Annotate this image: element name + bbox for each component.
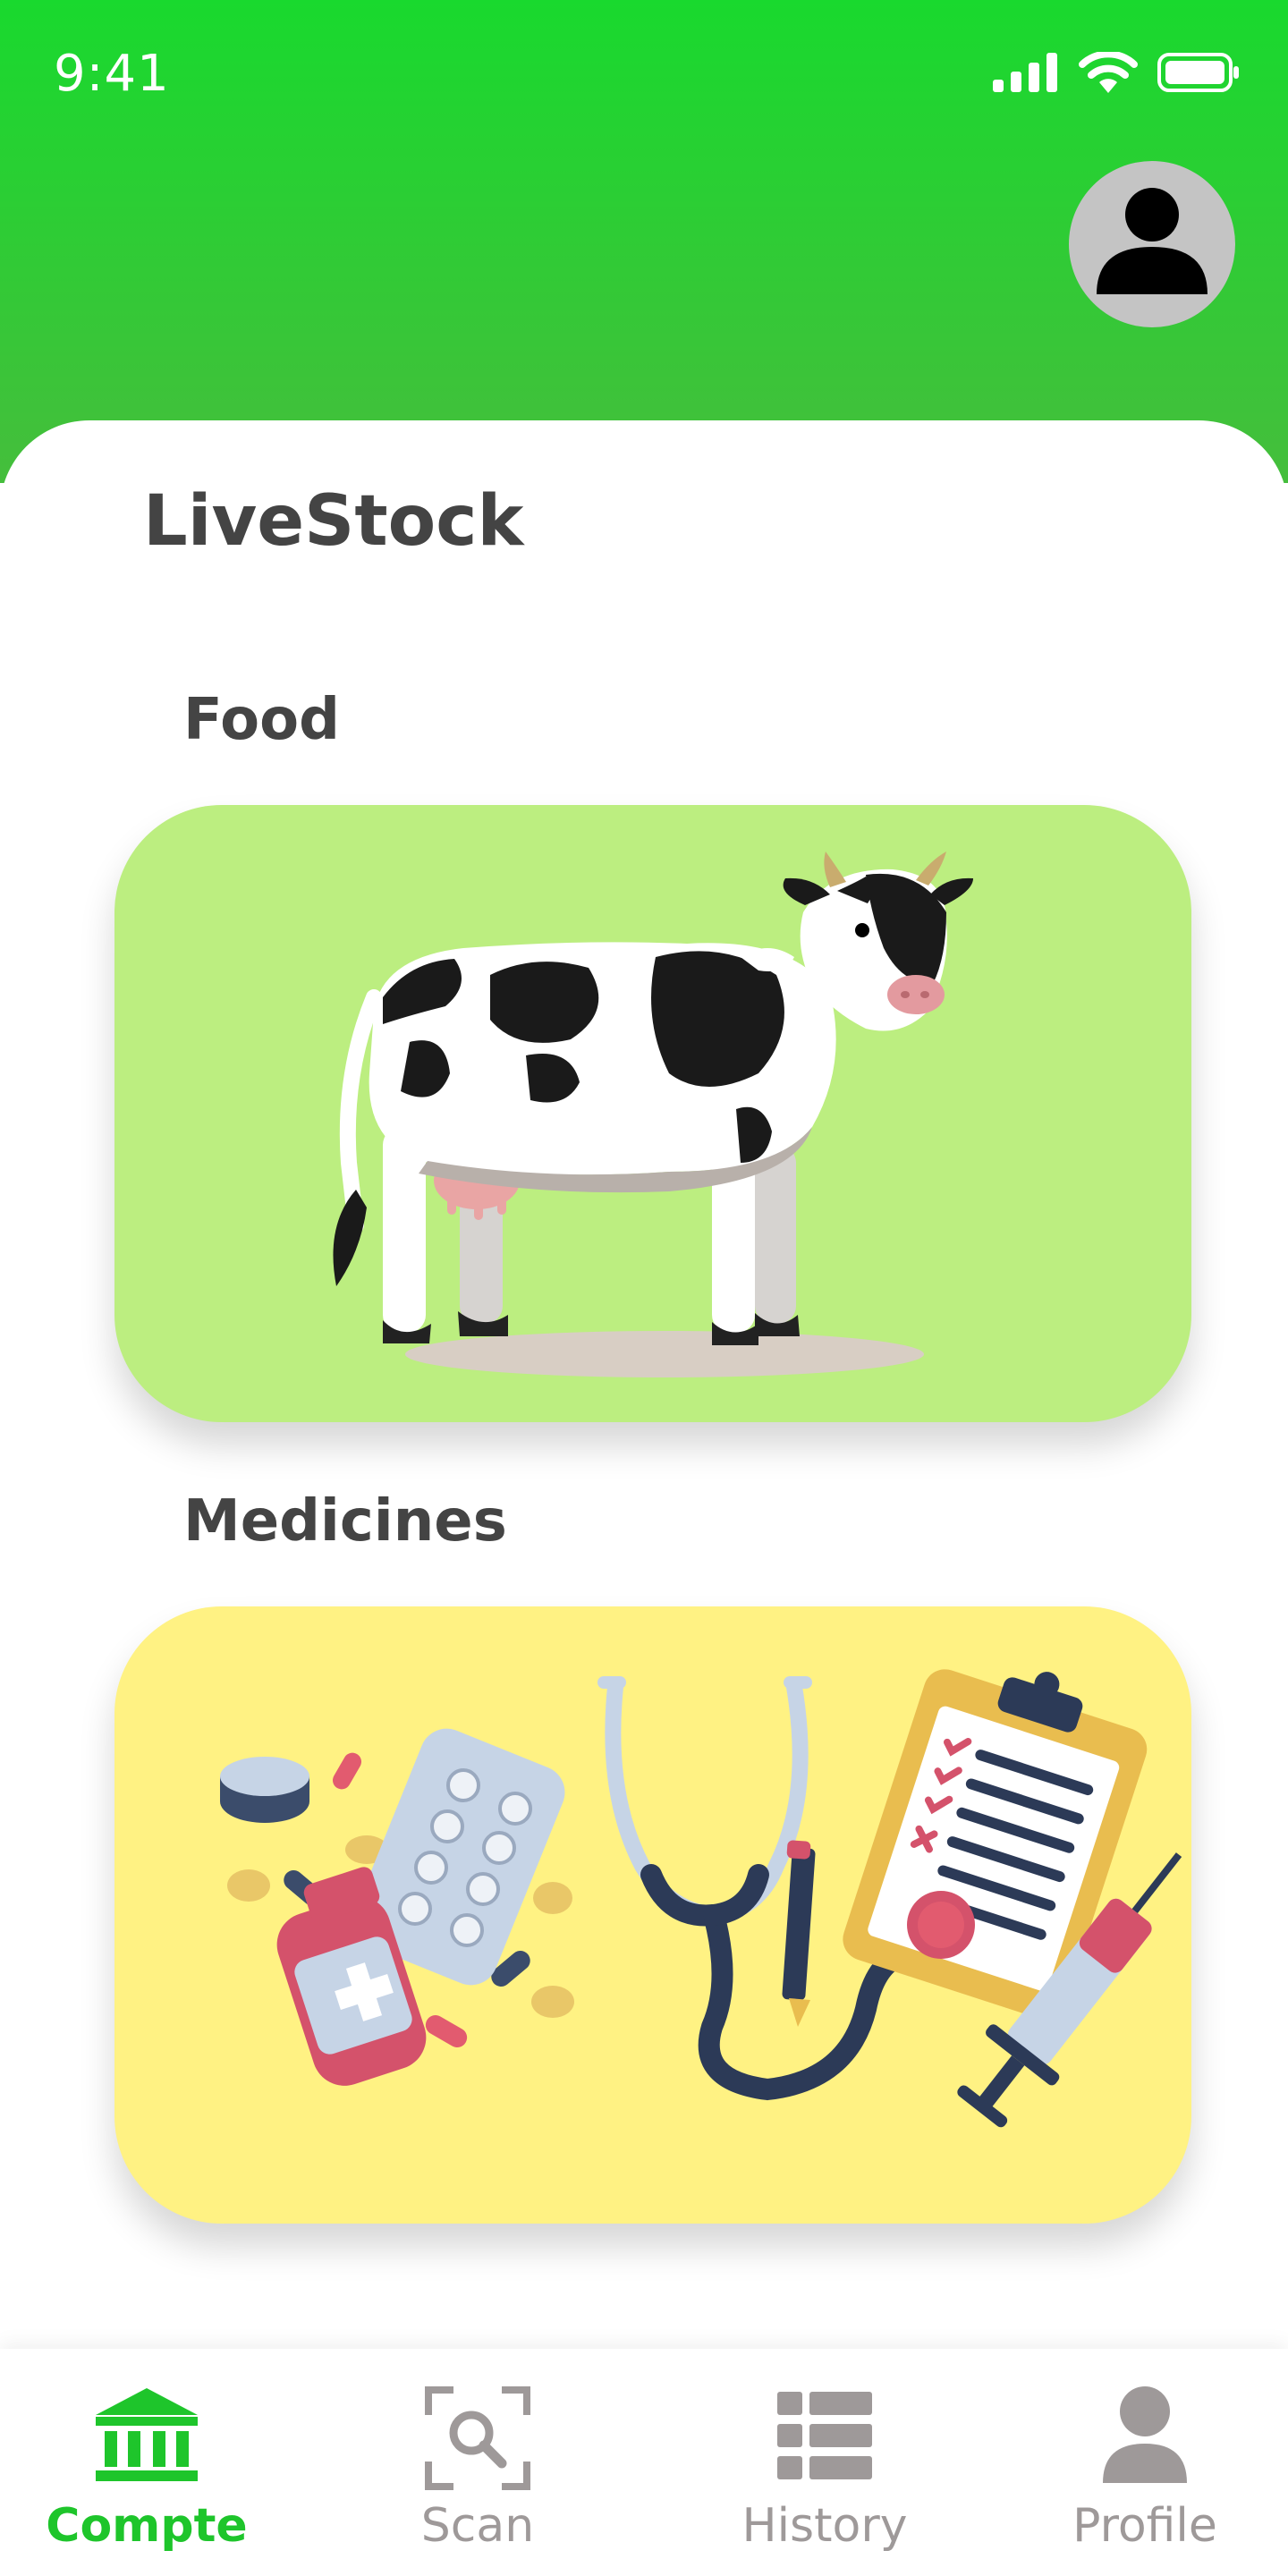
signal-icon — [993, 53, 1057, 92]
header: 9:41 — [0, 0, 1288, 483]
section-label-medicines: Medicines — [183, 1488, 507, 1555]
nav-label-history: History — [741, 2499, 908, 2553]
avatar-button[interactable] — [1069, 161, 1235, 327]
nav-label-compte: Compte — [46, 2499, 248, 2553]
status-bar: 9:41 — [0, 0, 1288, 143]
nav-label-profile: Profile — [1072, 2499, 1217, 2553]
food-card[interactable] — [114, 805, 1191, 1422]
page-title: LiveStock — [143, 481, 524, 562]
user-icon — [1097, 188, 1208, 294]
content-sheet: LiveStock Food Medicines — [0, 420, 1288, 2576]
bottom-nav: Compte Scan History Profile — [0, 2349, 1288, 2576]
nav-item-compte[interactable]: Compte — [13, 2349, 281, 2576]
bank-icon — [96, 2388, 198, 2481]
status-icons — [993, 52, 1240, 93]
medicines-card[interactable] — [114, 1606, 1191, 2224]
nav-item-profile[interactable]: Profile — [1011, 2349, 1279, 2576]
nav-label-scan: Scan — [420, 2499, 535, 2553]
list-icon — [777, 2392, 872, 2479]
user-icon — [1103, 2386, 1187, 2483]
medical-supplies-illustration — [220, 1669, 1182, 2128]
section-label-food: Food — [183, 687, 340, 753]
nav-item-history[interactable]: History — [691, 2349, 959, 2576]
battery-icon — [1157, 53, 1239, 92]
nav-item-scan[interactable]: Scan — [343, 2349, 612, 2576]
scan-icon — [425, 2386, 530, 2490]
wifi-icon — [1079, 52, 1138, 93]
cow-illustration — [333, 852, 973, 1377]
status-time: 9:41 — [54, 45, 170, 103]
